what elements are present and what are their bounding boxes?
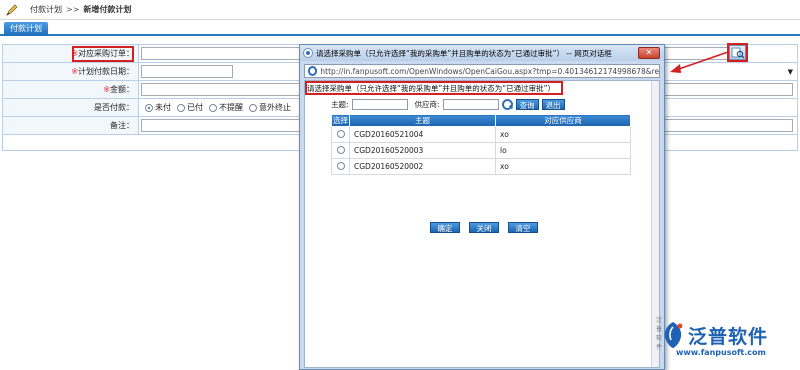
ok-button[interactable]: 确定 xyxy=(430,222,460,233)
query-button[interactable]: 查询 xyxy=(515,99,539,110)
required-mark: ※ xyxy=(103,85,110,94)
breadcrumb-parent[interactable]: 付款计划 xyxy=(30,4,62,15)
column-header-subject: 主题 xyxy=(349,114,496,127)
highlight-box-picker xyxy=(727,43,748,62)
dialog-close-icon[interactable]: ✕ xyxy=(638,47,660,59)
exit-button[interactable]: 退出 xyxy=(541,99,565,110)
clear-button[interactable]: 清空 xyxy=(508,222,538,233)
amount-label-text: 金额： xyxy=(110,85,134,94)
annotation-arrow-icon xyxy=(670,51,729,73)
row-subject: CGD20160520003 xyxy=(349,142,496,159)
tab-strip: 付款计划 xyxy=(0,22,800,36)
radio-terminated-label: 意外终止 xyxy=(259,103,291,112)
row-select-radio[interactable] xyxy=(336,129,345,138)
fanpu-logo: 泛普软件 www.fanpusoft.com xyxy=(660,318,796,366)
radio-paid[interactable]: 已付 xyxy=(177,102,203,113)
radio-no-remind[interactable]: 不提醒 xyxy=(209,102,243,113)
column-header-select: 选择 xyxy=(331,114,350,127)
filter-supplier-label: 供应商: xyxy=(414,100,440,109)
row-select-radio[interactable] xyxy=(336,161,345,170)
logo-site: www.fanpusoft.com xyxy=(676,348,766,357)
tab-payment-plan[interactable]: 付款计划 xyxy=(4,22,48,36)
paid-label: 是否付款： xyxy=(2,98,139,117)
radio-unpaid-label: 未付 xyxy=(155,103,171,112)
dialog-titlebar[interactable]: 请选择采购单（只允许选择“我的采购单”并且购单的状态为“已通过审批”） -- 网… xyxy=(300,45,664,61)
radio-icon[interactable] xyxy=(177,103,185,112)
filter-subject-input[interactable] xyxy=(351,99,408,110)
row-subject: CGD20160521004 xyxy=(349,126,496,143)
search-icon[interactable] xyxy=(501,99,513,110)
breadcrumb: 付款计划 >> 新增付款计划 xyxy=(0,0,800,20)
dialog-body: 请选择采购单（只允许选择“我的采购单”并且购单的状态为“已通过审批”） 主题: … xyxy=(304,80,660,368)
dialog-filter-bar: 主题: 供应商: 查询 退出 xyxy=(331,99,565,110)
ie-logo-icon xyxy=(308,66,318,76)
radio-paid-label: 已付 xyxy=(187,103,203,112)
paid-label-text: 是否付款： xyxy=(94,103,134,112)
radio-selected-icon[interactable] xyxy=(145,103,153,112)
dialog-address-bar: http://in.fanpusoft.com/OpenWindows/Open… xyxy=(304,64,660,78)
dialog-title: 请选择采购单（只允许选择“我的采购单”并且购单的状态为“已通过审批”） -- 网… xyxy=(316,48,612,58)
breadcrumb-current: 新增付款计划 xyxy=(83,5,132,14)
dropdown-arrow-icon[interactable]: ▼ xyxy=(788,68,793,76)
select-purchase-order-dialog: 请选择采购单（只允许选择“我的采购单”并且购单的状态为“已通过审批”） -- 网… xyxy=(299,44,665,370)
dialog-button-bar: 确定 关闭 清空 xyxy=(430,222,538,233)
breadcrumb-separator: >> xyxy=(66,5,80,14)
note-label-text: 备注： xyxy=(110,121,134,130)
pencil-icon xyxy=(6,4,18,16)
radio-no-remind-label: 不提醒 xyxy=(219,103,243,112)
amount-label: ※金额： xyxy=(2,80,139,99)
row-select-radio[interactable] xyxy=(336,145,345,154)
radio-terminated[interactable]: 意外终止 xyxy=(249,102,291,113)
radio-icon[interactable] xyxy=(249,103,257,112)
plan-date-input[interactable] xyxy=(141,65,233,78)
highlight-box-heading xyxy=(305,81,563,95)
filter-supplier-input[interactable] xyxy=(442,99,499,110)
radio-icon[interactable] xyxy=(336,129,345,138)
column-header-supplier: 对应供应商 xyxy=(495,114,631,127)
radio-icon[interactable] xyxy=(336,145,345,154)
dialog-url: http://in.fanpusoft.com/OpenWindows/Open… xyxy=(320,66,659,76)
table-row[interactable]: CGD20160521004 xo xyxy=(331,126,631,143)
radio-icon[interactable] xyxy=(336,161,345,170)
table-row[interactable]: CGD20160520003 lo xyxy=(331,142,631,159)
note-label: 备注： xyxy=(2,116,139,135)
row-supplier: xo xyxy=(495,158,631,175)
logo-brand: 泛普软件 xyxy=(688,326,769,348)
table-row[interactable]: CGD20160520002 xo xyxy=(331,158,631,175)
plan-date-label-text: 计划付款日期： xyxy=(78,67,134,76)
fanpu-logo-mark-icon xyxy=(664,322,683,348)
required-mark: ※ xyxy=(71,67,78,76)
row-supplier: lo xyxy=(495,142,631,159)
close-button[interactable]: 关闭 xyxy=(469,222,499,233)
radio-unpaid[interactable]: 未付 xyxy=(145,102,171,113)
highlight-box-label xyxy=(72,46,134,62)
plan-date-label: ※计划付款日期： xyxy=(2,62,139,81)
filter-subject-label: 主题: xyxy=(331,100,349,109)
ie-window-icon xyxy=(303,48,313,58)
row-supplier: xo xyxy=(495,126,631,143)
purchase-order-table: 选择 主题 对应供应商 CGD20160521004 xo CGD2016052… xyxy=(331,114,631,175)
radio-icon[interactable] xyxy=(209,103,217,112)
row-subject: CGD20160520002 xyxy=(349,158,496,175)
